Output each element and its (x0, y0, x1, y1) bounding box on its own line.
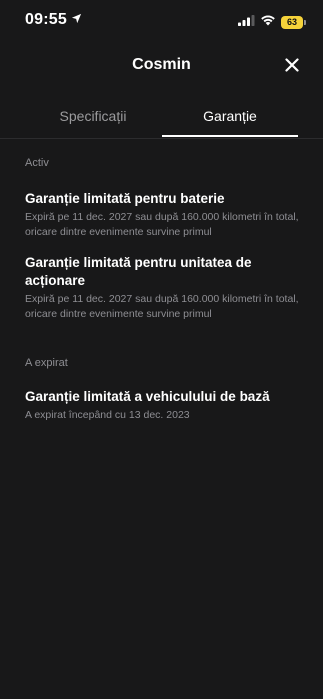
cellular-signal-icon (238, 13, 255, 31)
warranty-description: Expiră pe 11 dec. 2027 sau după 160.000 … (25, 211, 299, 238)
warranty-description: A expirat începând cu 13 dec. 2023 (25, 409, 190, 421)
section-label-expired: A expirat (25, 357, 68, 369)
location-arrow-icon (71, 11, 82, 29)
warranty-title: Garanție limitată pentru unitatea de acț… (25, 255, 252, 288)
warranty-item-drive-unit[interactable]: Garanție limitată pentru unitatea de acț… (25, 254, 300, 322)
section-label-active: Activ (25, 157, 49, 169)
close-icon (285, 57, 299, 77)
status-indicators: 63 (238, 13, 306, 31)
status-time: 09:55 (25, 11, 67, 28)
header: Cosmin (0, 50, 323, 84)
page-title: Cosmin (132, 56, 191, 73)
warranty-item-battery[interactable]: Garanție limitată pentru baterie Expiră … (25, 190, 300, 240)
status-bar: 09:55 63 (0, 0, 323, 44)
status-time-group: 09:55 (25, 11, 82, 29)
wifi-icon (260, 13, 276, 31)
warranty-title: Garanție limitată a vehiculului de bază (25, 389, 270, 404)
tab-bar: Specificații Garanție (0, 96, 323, 139)
tab-specifications[interactable]: Specificații (25, 96, 161, 136)
warranty-title: Garanție limitată pentru baterie (25, 191, 225, 206)
warranty-description: Expiră pe 11 dec. 2027 sau după 160.000 … (25, 293, 299, 320)
battery-level: 63 (286, 16, 297, 27)
active-tab-indicator (162, 135, 298, 137)
warranty-item-basic-vehicle[interactable]: Garanție limitată a vehiculului de bază … (25, 388, 300, 423)
warranty-list: Activ Garanție limitată pentru baterie E… (25, 150, 300, 423)
tab-warranty[interactable]: Garanție (162, 96, 298, 136)
close-button[interactable] (281, 56, 303, 78)
battery-icon: 63 (281, 15, 306, 29)
